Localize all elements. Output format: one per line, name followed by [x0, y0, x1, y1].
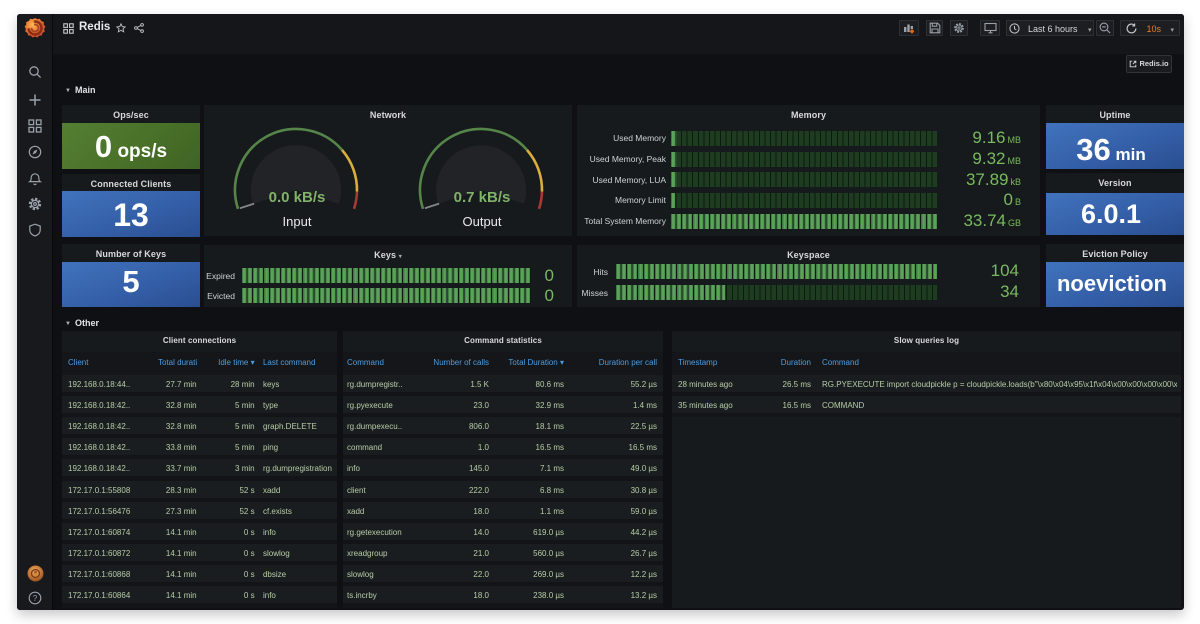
svg-text:?: ?	[33, 594, 38, 603]
